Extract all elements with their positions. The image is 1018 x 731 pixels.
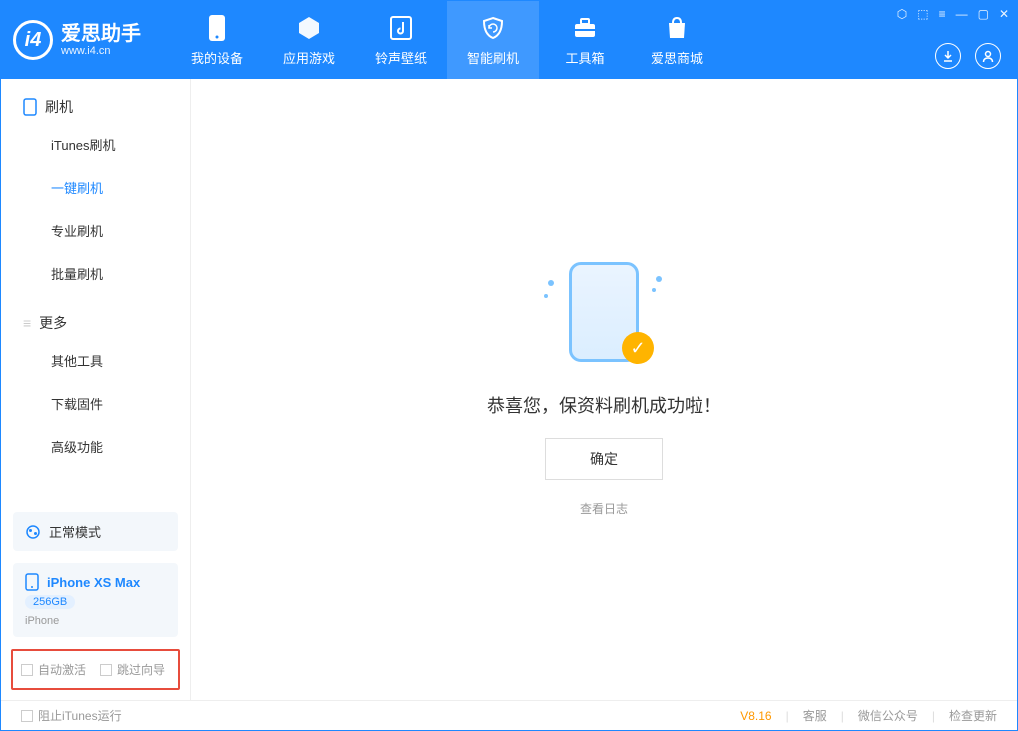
- maximize-button[interactable]: ▢: [978, 7, 989, 21]
- body: 刷机 iTunes刷机 一键刷机 专业刷机 批量刷机 ≡ 更多 其他工具 下载固…: [1, 79, 1017, 700]
- mode-label: 正常模式: [49, 522, 101, 541]
- user-controls: [935, 43, 1001, 69]
- list-icon: ≡: [23, 315, 31, 331]
- mode-box[interactable]: 正常模式: [13, 512, 178, 551]
- sidebar-item-pro-flash[interactable]: 专业刷机: [1, 209, 190, 252]
- checkbox-skip-guide[interactable]: 跳过向导: [100, 661, 165, 678]
- device-name: iPhone XS Max: [47, 575, 140, 590]
- logo[interactable]: i4 爱思助手 www.i4.cn: [13, 20, 141, 60]
- sidebar-item-oneclick-flash[interactable]: 一键刷机: [1, 166, 190, 209]
- nav-label: 铃声壁纸: [375, 48, 427, 67]
- header: i4 爱思助手 www.i4.cn 我的设备 应用游戏 铃声壁纸 智能刷机 工具…: [1, 1, 1017, 79]
- window-controls-extra: ⬡ ⬚ ≡ — ▢ ✕: [897, 7, 1009, 21]
- close-button[interactable]: ✕: [999, 7, 1009, 21]
- music-note-icon: [387, 14, 415, 42]
- nav-smart-flash[interactable]: 智能刷机: [447, 1, 539, 79]
- checkbox-icon: [21, 710, 33, 722]
- cube-icon: [295, 14, 323, 42]
- minimize-button[interactable]: —: [956, 7, 968, 21]
- nav-label: 爱思商城: [651, 48, 703, 67]
- nav-label: 智能刷机: [467, 48, 519, 67]
- sidebar-section-more: ≡ 更多: [1, 295, 190, 339]
- device-phone-icon: [25, 573, 39, 591]
- toolbox-icon: [571, 14, 599, 42]
- main-content: ✓ 恭喜您，保资料刷机成功啦！ 确定 查看日志: [191, 79, 1017, 700]
- success-message: 恭喜您，保资料刷机成功啦！: [487, 392, 721, 418]
- logo-text: 爱思助手 www.i4.cn: [61, 23, 141, 57]
- sidebar-item-itunes-flash[interactable]: iTunes刷机: [1, 123, 190, 166]
- version-label: V8.16: [740, 709, 771, 723]
- nav-store[interactable]: 爱思商城: [631, 1, 723, 79]
- sidebar-item-advanced[interactable]: 高级功能: [1, 425, 190, 468]
- section-label: 更多: [39, 313, 67, 333]
- wechat-link[interactable]: 微信公众号: [858, 707, 918, 724]
- checkbox-icon: [21, 664, 33, 676]
- sidebar: 刷机 iTunes刷机 一键刷机 专业刷机 批量刷机 ≡ 更多 其他工具 下载固…: [1, 79, 191, 700]
- nav-label: 工具箱: [565, 48, 604, 67]
- footer-left: 阻止iTunes运行: [21, 707, 122, 724]
- checkbox-block-itunes[interactable]: 阻止iTunes运行: [21, 707, 122, 724]
- sidebar-item-batch-flash[interactable]: 批量刷机: [1, 252, 190, 295]
- checkbox-auto-activate[interactable]: 自动激活: [21, 661, 86, 678]
- app-subtitle: www.i4.cn: [61, 45, 141, 57]
- menu-icon[interactable]: ≡: [939, 7, 946, 21]
- support-link[interactable]: 客服: [803, 707, 827, 724]
- refresh-shield-icon: [479, 14, 507, 42]
- lock-icon[interactable]: ⬚: [917, 7, 928, 21]
- nav-toolbox[interactable]: 工具箱: [539, 1, 631, 79]
- user-button[interactable]: [975, 43, 1001, 69]
- device-capacity: 256GB: [25, 595, 75, 609]
- logo-icon: i4: [13, 20, 53, 60]
- checkbox-label: 跳过向导: [117, 661, 165, 678]
- sidebar-item-download-firmware[interactable]: 下载固件: [1, 382, 190, 425]
- nav-apps-games[interactable]: 应用游戏: [263, 1, 355, 79]
- sidebar-item-other-tools[interactable]: 其他工具: [1, 339, 190, 382]
- checkbox-icon: [100, 664, 112, 676]
- bag-icon: [663, 14, 691, 42]
- checkbox-label: 自动激活: [38, 661, 86, 678]
- nav-label: 应用游戏: [283, 48, 335, 67]
- nav-ringtone-wallpaper[interactable]: 铃声壁纸: [355, 1, 447, 79]
- check-update-link[interactable]: 检查更新: [949, 707, 997, 724]
- device-icon: [203, 14, 231, 42]
- options-box: 自动激活 跳过向导: [11, 649, 180, 690]
- confirm-button[interactable]: 确定: [545, 438, 663, 480]
- checkbox-label: 阻止iTunes运行: [38, 707, 122, 724]
- footer: 阻止iTunes运行 V8.16 | 客服 | 微信公众号 | 检查更新: [1, 700, 1017, 730]
- success-illustration: ✓: [544, 262, 664, 372]
- section-label: 刷机: [45, 97, 73, 117]
- check-icon: ✓: [622, 332, 654, 364]
- shirt-icon[interactable]: ⬡: [897, 7, 907, 21]
- sidebar-section-flash: 刷机: [1, 79, 190, 123]
- nav: 我的设备 应用游戏 铃声壁纸 智能刷机 工具箱 爱思商城: [171, 1, 723, 79]
- nav-my-device[interactable]: 我的设备: [171, 1, 263, 79]
- footer-right: V8.16 | 客服 | 微信公众号 | 检查更新: [740, 707, 997, 724]
- nav-label: 我的设备: [191, 48, 243, 67]
- phone-icon: [23, 98, 37, 116]
- device-type: iPhone: [25, 615, 59, 627]
- device-box[interactable]: iPhone XS Max 256GB iPhone: [13, 563, 178, 637]
- app-title: 爱思助手: [61, 23, 141, 45]
- download-button[interactable]: [935, 43, 961, 69]
- mode-icon: [25, 524, 41, 540]
- view-log-link[interactable]: 查看日志: [580, 500, 628, 517]
